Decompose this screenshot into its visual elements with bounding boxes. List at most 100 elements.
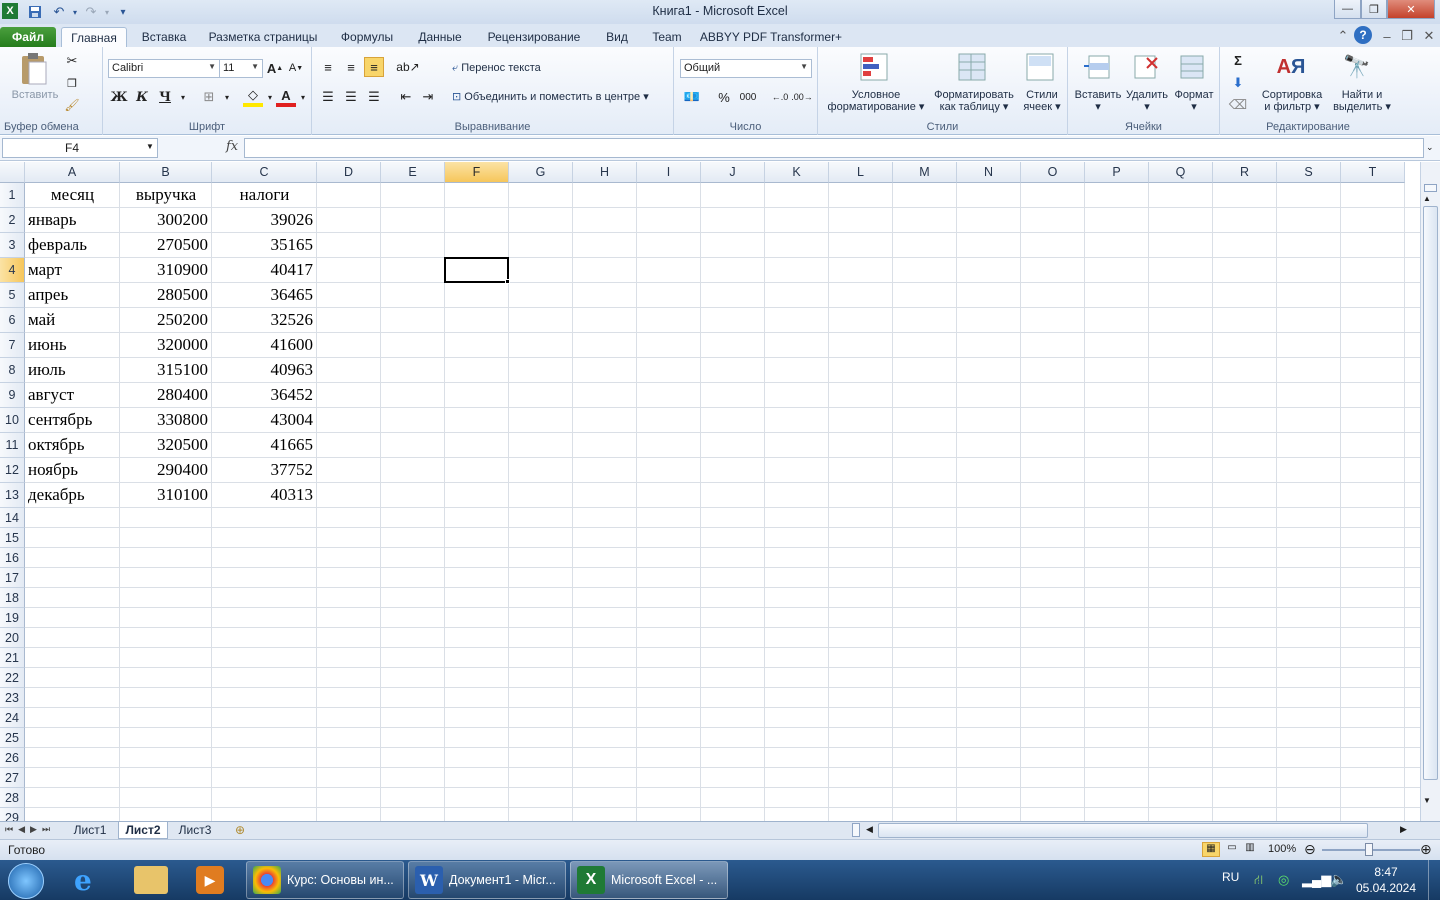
explorer-folder-icon[interactable] <box>134 866 168 894</box>
row-header-23[interactable]: 23 <box>0 688 25 708</box>
revenue-cell[interactable]: 315100 <box>120 360 208 380</box>
language-indicator[interactable]: RU <box>1222 870 1239 884</box>
clear-icon[interactable]: ⌫ <box>1228 95 1248 115</box>
delete-cells-icon[interactable] <box>1130 51 1162 83</box>
row-header-18[interactable]: 18 <box>0 588 25 608</box>
column-header-C[interactable]: C <box>212 162 317 183</box>
borders-icon[interactable]: ⊞ <box>199 87 219 107</box>
row-header-22[interactable]: 22 <box>0 668 25 688</box>
expand-formula-bar-icon[interactable]: ⌄ <box>1426 142 1434 153</box>
scroll-left-icon[interactable]: ◀ <box>866 824 873 835</box>
insert-function-button[interactable]: fx <box>226 139 238 154</box>
row-header-9[interactable]: 9 <box>0 383 25 408</box>
help-icon[interactable]: ? <box>1354 26 1372 44</box>
decrease-decimal-icon[interactable]: .00→ <box>791 87 813 107</box>
tab-data[interactable]: Данные <box>410 27 470 47</box>
row-header-8[interactable]: 8 <box>0 358 25 383</box>
worksheet-grid[interactable]: ABCDEFGHIJKLMNOPQRST 1 2 3 4 5 6 7 8 9 10 11 12 13 14… <box>0 162 1420 821</box>
tray-volume-icon[interactable]: 🔈 <box>1330 871 1347 888</box>
font-size-select[interactable]: 11 ▼ <box>219 59 263 78</box>
workbook-close-icon[interactable]: ✕ <box>1420 27 1438 45</box>
row-header-2[interactable]: 2 <box>0 208 25 233</box>
maximize-button[interactable]: ❐ <box>1361 0 1387 19</box>
header-cell[interactable]: месяц <box>25 185 120 205</box>
horizontal-scroll-thumb[interactable] <box>878 823 1368 838</box>
scroll-down-icon[interactable]: ▼ <box>1423 796 1431 805</box>
revenue-cell[interactable]: 310100 <box>120 485 208 505</box>
sheet-nav-icons[interactable]: ⏮◀▶⏭ <box>5 824 55 835</box>
column-header-D[interactable]: D <box>317 162 381 183</box>
font-name-select[interactable]: Calibri ▼ <box>108 59 220 78</box>
clock-time[interactable]: 8:47 <box>1356 865 1416 879</box>
fill-handle[interactable] <box>505 279 510 284</box>
revenue-cell[interactable]: 270500 <box>120 235 208 255</box>
column-header-T[interactable]: T <box>1341 162 1405 183</box>
tab-abbyy[interactable]: ABBYY PDF Transformer+ <box>698 27 844 47</box>
media-player-icon[interactable]: ▶ <box>196 866 224 894</box>
align-left-icon[interactable]: ☰ <box>318 87 338 107</box>
tax-cell[interactable]: 40417 <box>212 260 314 280</box>
format-as-table-icon[interactable] <box>956 51 990 83</box>
workbook-restore-icon[interactable]: ❐ <box>1398 27 1416 45</box>
paste-button[interactable]: Вставить <box>6 89 64 101</box>
tax-cell[interactable]: 36465 <box>212 285 314 305</box>
tax-cell[interactable]: 39026 <box>212 210 314 230</box>
merge-center-button[interactable]: ⊡ Объединить и поместить в центре ▾ <box>452 91 649 103</box>
month-cell[interactable]: март <box>28 260 62 280</box>
revenue-cell[interactable]: 320500 <box>120 435 208 455</box>
row-header-6[interactable]: 6 <box>0 308 25 333</box>
tab-file[interactable]: Файл <box>0 27 56 47</box>
row-header-13[interactable]: 13 <box>0 483 25 508</box>
revenue-cell[interactable]: 320000 <box>120 335 208 355</box>
column-header-O[interactable]: O <box>1021 162 1085 183</box>
column-header-F[interactable]: F <box>445 162 509 183</box>
column-header-R[interactable]: R <box>1213 162 1277 183</box>
row-header-26[interactable]: 26 <box>0 748 25 768</box>
tax-cell[interactable]: 43004 <box>212 410 314 430</box>
paste-icon[interactable] <box>18 51 50 87</box>
tax-cell[interactable]: 37752 <box>212 460 314 480</box>
insert-sheet-icon[interactable]: ⊕ <box>226 822 254 839</box>
row-header-5[interactable]: 5 <box>0 283 25 308</box>
zoom-slider-thumb[interactable] <box>1365 843 1373 856</box>
conditional-formatting-icon[interactable] <box>858 51 892 83</box>
header-cell[interactable]: налоги <box>212 185 317 205</box>
format-cells-icon[interactable] <box>1176 51 1208 83</box>
column-header-H[interactable]: H <box>573 162 637 183</box>
tax-cell[interactable]: 36452 <box>212 385 314 405</box>
revenue-cell[interactable]: 330800 <box>120 410 208 430</box>
column-header-Q[interactable]: Q <box>1149 162 1213 183</box>
active-cell-border[interactable] <box>444 257 509 283</box>
normal-view-icon[interactable]: ▦ <box>1202 842 1220 857</box>
fill-icon[interactable]: ⬇ <box>1228 73 1248 93</box>
italic-button[interactable]: К <box>132 87 152 107</box>
revenue-cell[interactable]: 280500 <box>120 285 208 305</box>
tab-review[interactable]: Рецензирование <box>480 27 588 47</box>
taskbar-excel[interactable]: X Microsoft Excel - ... <box>570 861 728 899</box>
row-header-16[interactable]: 16 <box>0 548 25 568</box>
tax-cell[interactable]: 32526 <box>212 310 314 330</box>
tax-cell[interactable]: 41600 <box>212 335 314 355</box>
clock-date[interactable]: 05.04.2024 <box>1352 881 1420 895</box>
align-center-icon[interactable]: ☰ <box>341 87 361 107</box>
month-cell[interactable]: ноябрь <box>28 460 78 480</box>
page-layout-view-icon[interactable]: ▭ <box>1224 842 1240 857</box>
column-header-P[interactable]: P <box>1085 162 1149 183</box>
show-desktop-button[interactable] <box>1428 860 1440 900</box>
row-header-19[interactable]: 19 <box>0 608 25 628</box>
month-cell[interactable]: февраль <box>28 235 87 255</box>
conditional-formatting-button[interactable]: Условное форматирование ▾ <box>822 89 930 113</box>
collapse-ribbon-icon[interactable]: ⌃ <box>1334 27 1352 45</box>
align-top-icon[interactable]: ≡ <box>318 57 338 77</box>
row-header-21[interactable]: 21 <box>0 648 25 668</box>
column-header-E[interactable]: E <box>381 162 445 183</box>
number-format-select[interactable]: Общий ▼ <box>680 59 812 78</box>
borders-dropdown-icon[interactable]: ▾ <box>217 87 237 107</box>
row-header-4[interactable]: 4 <box>0 258 25 283</box>
underline-dropdown-icon[interactable]: ▾ <box>173 87 193 107</box>
find-select-icon[interactable]: 🔭 <box>1340 51 1374 83</box>
month-cell[interactable]: май <box>28 310 55 330</box>
align-middle-icon[interactable]: ≡ <box>341 57 361 77</box>
percent-button[interactable]: % <box>714 87 734 107</box>
increase-decimal-icon[interactable]: ←.0 <box>770 87 790 107</box>
